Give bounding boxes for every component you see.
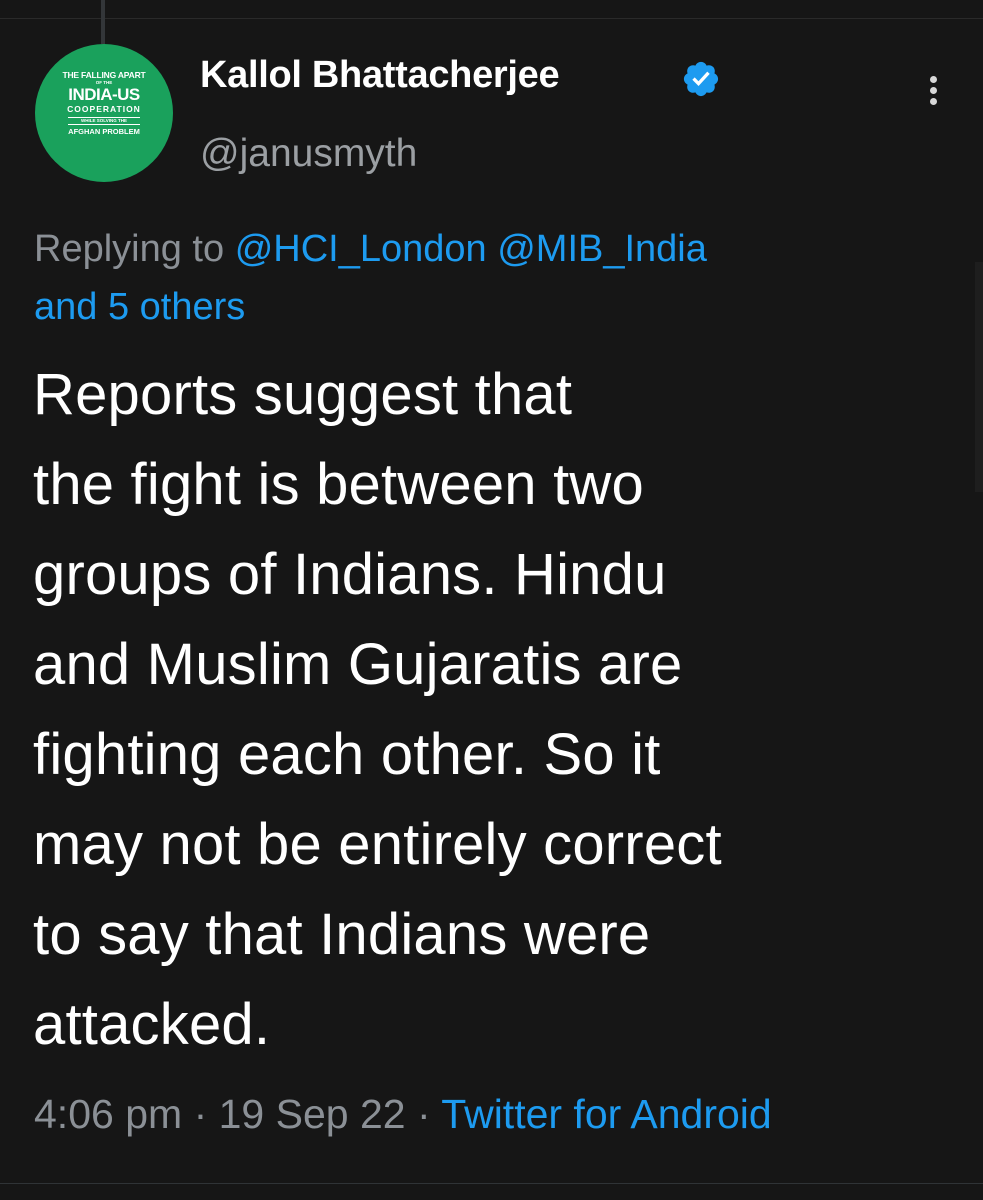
reply-context: Replying to @HCI_London @MIB_India and 5… bbox=[34, 220, 934, 336]
thread-connector-line bbox=[101, 0, 105, 44]
meta-separator: · bbox=[193, 1091, 208, 1137]
tweet-text: Reports suggest that the fight is betwee… bbox=[33, 362, 722, 1057]
top-divider bbox=[0, 18, 983, 19]
tweet-time[interactable]: 4:06 pm bbox=[34, 1091, 182, 1137]
mention-link[interactable]: @MIB_India bbox=[497, 228, 707, 270]
avatar-book-cover-text: THE FALLING APART OF THE INDIA-US COOPER… bbox=[59, 71, 149, 153]
avatar[interactable]: THE FALLING APART OF THE INDIA-US COOPER… bbox=[35, 44, 173, 182]
tweet-date[interactable]: 19 Sep 22 bbox=[219, 1091, 406, 1137]
author-display-name[interactable]: Kallol Bhattacherjee bbox=[200, 54, 560, 97]
more-vertical-icon bbox=[930, 87, 937, 94]
avatar-line: THE FALLING APART bbox=[62, 70, 146, 80]
verified-badge-icon bbox=[683, 61, 719, 97]
tweet-source-link[interactable]: Twitter for Android bbox=[441, 1091, 771, 1137]
avatar-line: WHILE SOLVING THE bbox=[68, 116, 140, 125]
mention-link[interactable]: @HCI_London bbox=[235, 228, 487, 270]
replying-to-label: Replying to bbox=[34, 228, 225, 270]
others-mentions-link[interactable]: and 5 others bbox=[34, 286, 245, 328]
more-options-button[interactable] bbox=[918, 70, 948, 110]
bottom-divider bbox=[0, 1183, 983, 1184]
author-handle[interactable]: @janusmyth bbox=[200, 132, 417, 176]
more-vertical-icon bbox=[930, 98, 937, 105]
meta-separator: · bbox=[416, 1091, 431, 1137]
more-vertical-icon bbox=[930, 76, 937, 83]
avatar-line: COOPERATION bbox=[67, 104, 141, 114]
scrollbar-track bbox=[975, 262, 983, 492]
tweet-metadata: 4:06 pm · 19 Sep 22 · Twitter for Androi… bbox=[34, 1091, 772, 1138]
avatar-line: INDIA-US bbox=[68, 85, 140, 104]
avatar-line: AFGHAN PROBLEM bbox=[68, 127, 140, 136]
